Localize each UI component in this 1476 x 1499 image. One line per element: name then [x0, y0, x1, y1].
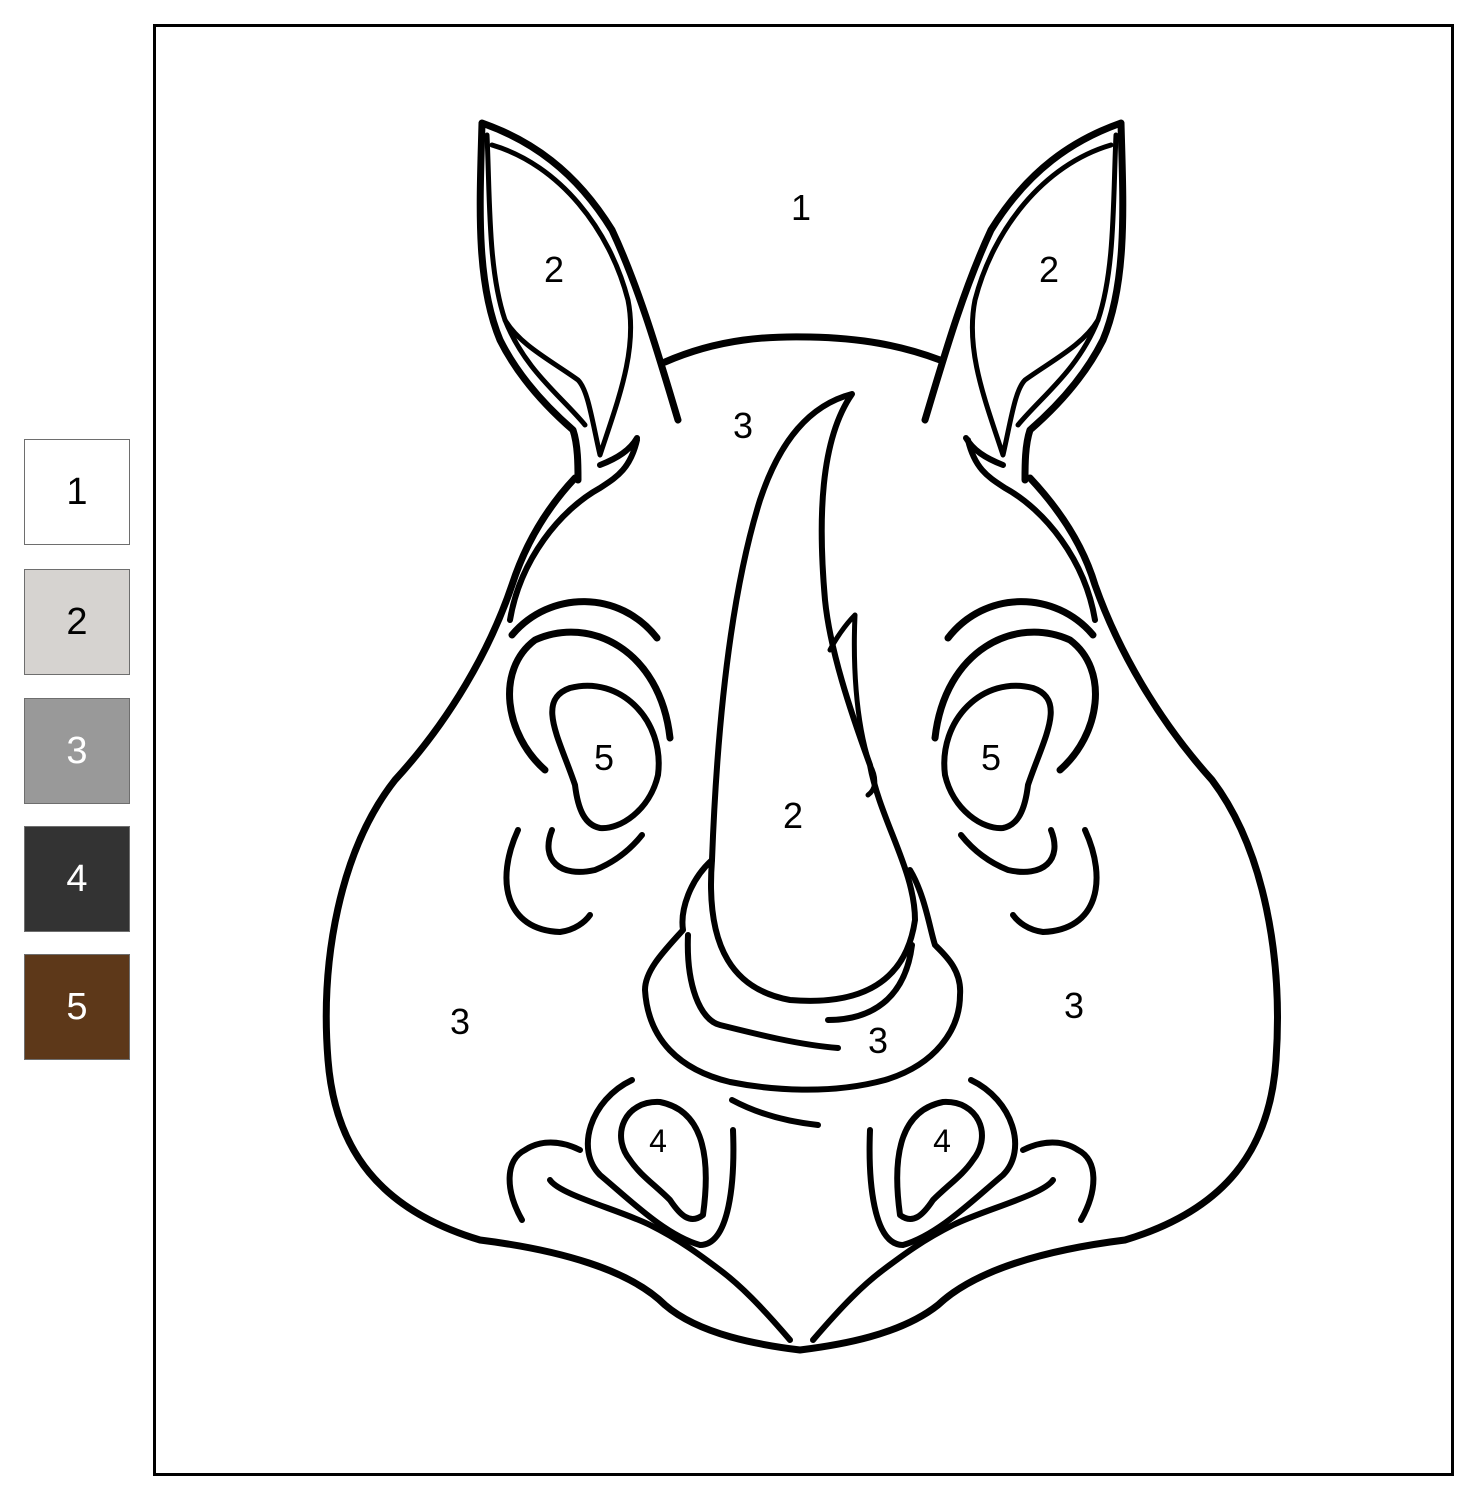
label-horn: 2 [783, 795, 803, 836]
label-left-cheek: 3 [450, 1001, 470, 1042]
label-background: 1 [791, 187, 811, 228]
label-right-nostril: 4 [933, 1123, 951, 1159]
rhino-line-art: 1 2 2 3 2 5 5 3 3 3 4 4 [322, 119, 1281, 1354]
label-right-cheek: 3 [1064, 985, 1084, 1026]
label-left-nostril: 4 [649, 1123, 667, 1159]
label-forehead: 3 [733, 405, 753, 446]
label-right-ear: 2 [1039, 249, 1059, 290]
label-snout: 3 [868, 1020, 888, 1061]
label-left-ear: 2 [544, 249, 564, 290]
left-ear [476, 119, 682, 484]
label-left-eye: 5 [594, 737, 614, 778]
right-ear [921, 119, 1127, 484]
head-outline [322, 474, 1281, 1354]
horn [708, 391, 918, 1004]
label-right-eye: 5 [981, 737, 1001, 778]
